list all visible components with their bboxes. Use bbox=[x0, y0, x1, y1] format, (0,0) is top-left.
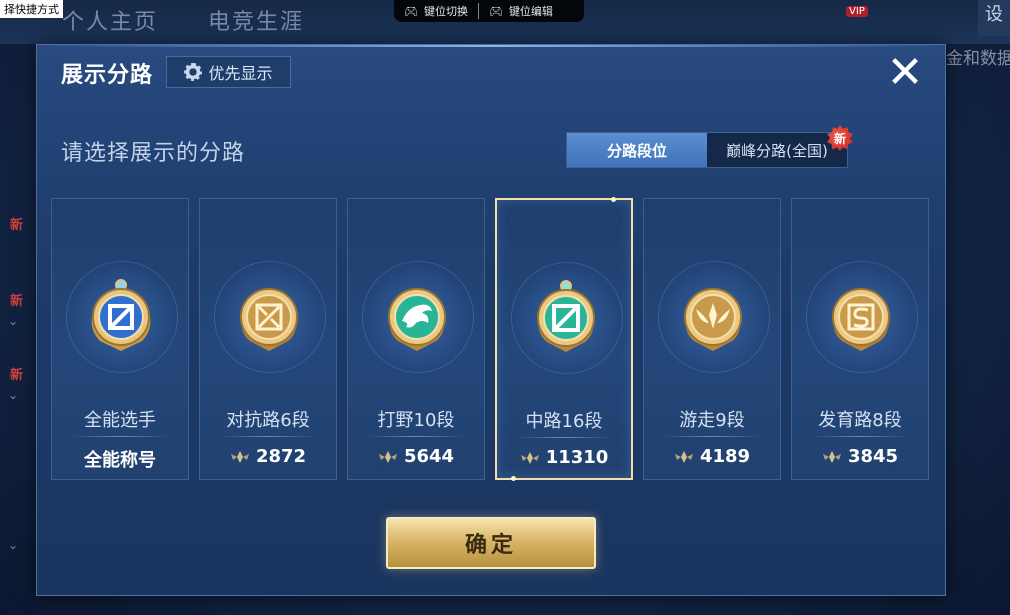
dialog-title: 展示分路 bbox=[61, 63, 154, 88]
lane-card-value: 2872 bbox=[200, 446, 336, 467]
chevron-down-icon: ⌄ bbox=[8, 538, 19, 552]
background-new-badge: 新 bbox=[10, 368, 24, 383]
roam-medal-icon bbox=[684, 288, 742, 351]
lane-card-clash[interactable]: 对抗路6段 2872 bbox=[199, 198, 337, 480]
card-divider bbox=[218, 436, 318, 437]
tab-peak-lane[interactable]: 巅峰分路(全国) 新 bbox=[707, 125, 853, 167]
card-divider bbox=[515, 437, 613, 438]
lane-card-label: 发育路8段 bbox=[818, 410, 902, 431]
lane-card-jungle[interactable]: 打野10段 5644 bbox=[347, 198, 485, 480]
chevron-down-icon: ⌄ bbox=[8, 388, 19, 402]
points-icon bbox=[230, 450, 249, 463]
farm-lane-medal-icon bbox=[832, 288, 890, 351]
lane-card-value-text: 11310 bbox=[545, 447, 609, 468]
points-icon bbox=[520, 451, 539, 464]
lane-card-value-text: 5644 bbox=[403, 446, 455, 467]
selection-corner-dot bbox=[511, 476, 516, 481]
selection-corner-dot bbox=[611, 197, 616, 202]
tab-lane-rank[interactable]: 分路段位 bbox=[567, 133, 707, 167]
background-settings-button[interactable]: 设 bbox=[978, 0, 1010, 36]
lane-card-value-text: 4189 bbox=[699, 446, 751, 467]
tab-peak-lane-label: 巅峰分路(全国) bbox=[726, 141, 828, 160]
lane-card-all-round[interactable]: 全能选手 全能称号 bbox=[51, 198, 189, 480]
card-divider bbox=[662, 436, 762, 437]
vip-badge: VIP bbox=[846, 6, 868, 17]
lane-mode-toggle: 分路段位 巅峰分路(全国) 新 bbox=[566, 125, 853, 168]
lane-card-list: 全能选手 全能称号 对抗路6段 2872 打野10段 5644 中路16段 11… bbox=[51, 197, 931, 481]
gamepad-icon: 🎮︎ bbox=[488, 4, 503, 18]
background-new-badge: 新 bbox=[10, 294, 24, 309]
jungle-medal-icon bbox=[388, 288, 446, 351]
display-lane-dialog: 展示分路 优先显示 ✕ 请选择展示的分路 分路段位 巅峰分路(全国) 新 全能选… bbox=[36, 44, 946, 596]
lane-card-roam[interactable]: 游走9段 4189 bbox=[643, 198, 781, 480]
chevron-down-icon: ⌄ bbox=[8, 314, 19, 328]
lane-card-value: 4189 bbox=[644, 446, 780, 467]
key-edit-label: 键位编辑 bbox=[508, 5, 553, 18]
lane-card-farm[interactable]: 发育路8段 3845 bbox=[791, 198, 929, 480]
points-icon bbox=[378, 450, 397, 463]
lane-card-value: 5644 bbox=[348, 446, 484, 467]
lane-card-label: 游走9段 bbox=[679, 410, 745, 431]
key-switch-button[interactable]: 🎮︎ 键位切换 bbox=[394, 3, 478, 19]
lane-card-value-text: 全能称号 bbox=[84, 450, 156, 471]
lane-card-value: 全能称号 bbox=[52, 446, 188, 472]
tab-lane-rank-label: 分路段位 bbox=[606, 141, 667, 160]
lane-card-label: 对抗路6段 bbox=[226, 410, 310, 431]
points-icon bbox=[674, 450, 693, 463]
background-new-badge: 新 bbox=[10, 218, 24, 233]
confirm-button[interactable]: 确定 bbox=[386, 517, 596, 569]
lane-card-value-text: 3845 bbox=[847, 446, 899, 467]
priority-display-button[interactable]: 优先显示 bbox=[166, 56, 291, 88]
key-edit-button[interactable]: 🎮︎ 键位编辑 bbox=[479, 3, 563, 19]
lane-card-label: 打野10段 bbox=[377, 410, 455, 431]
shortcut-label: 择快捷方式 bbox=[0, 0, 63, 18]
lane-card-value: 3845 bbox=[792, 446, 928, 467]
lane-card-label: 全能选手 bbox=[84, 410, 156, 431]
new-badge: 新 bbox=[827, 125, 853, 151]
key-switch-label: 键位切换 bbox=[423, 5, 468, 18]
gamepad-icon: 🎮︎ bbox=[404, 4, 418, 18]
dialog-subtitle: 请选择展示的分路 bbox=[61, 141, 246, 166]
mid-lane-medal-icon bbox=[537, 280, 595, 352]
confirm-button-label: 确定 bbox=[464, 533, 517, 558]
lane-card-mid[interactable]: 中路16段 11310 bbox=[495, 197, 633, 481]
points-icon bbox=[822, 450, 841, 463]
keybinding-bar: 🎮︎ 键位切换 🎮︎ 键位编辑 bbox=[394, 0, 584, 22]
background-side-text: 金和数据 bbox=[946, 49, 1010, 69]
all-round-medal-icon bbox=[91, 279, 151, 351]
priority-display-label: 优先显示 bbox=[208, 64, 273, 83]
clash-lane-medal-icon bbox=[240, 288, 298, 351]
tab-esports-career[interactable]: 电竞生涯 bbox=[208, 4, 304, 36]
lane-card-value: 11310 bbox=[497, 447, 631, 468]
card-divider bbox=[810, 436, 910, 437]
close-button[interactable]: ✕ bbox=[883, 51, 927, 95]
card-divider bbox=[70, 436, 170, 437]
gear-icon bbox=[184, 63, 203, 81]
tab-profile[interactable]: 个人主页 bbox=[62, 4, 158, 36]
dialog-header: 展示分路 优先显示 ✕ bbox=[37, 45, 945, 103]
card-divider bbox=[366, 436, 466, 437]
lane-card-value-text: 2872 bbox=[255, 446, 307, 467]
lane-card-label: 中路16段 bbox=[525, 411, 603, 432]
